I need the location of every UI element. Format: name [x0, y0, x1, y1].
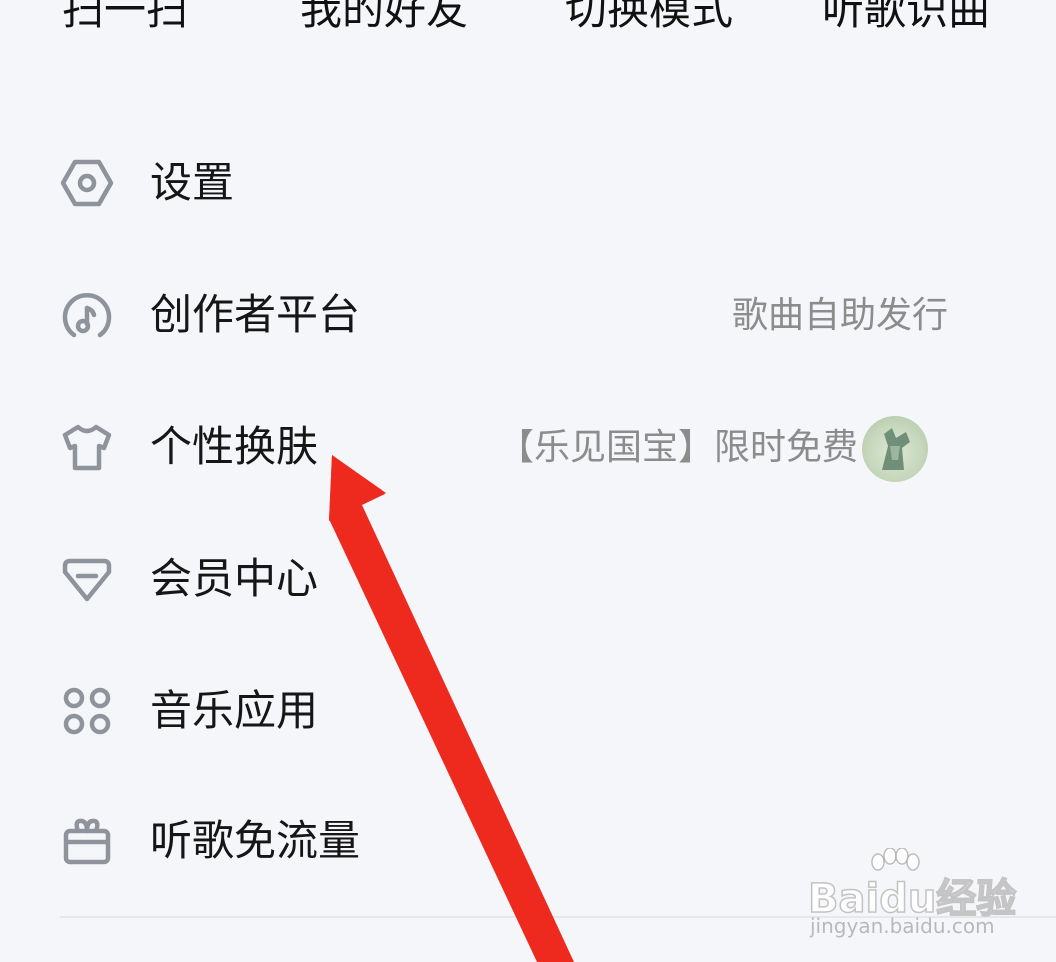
baidu-watermark: Baidu经验 jingyan.baidu.com	[807, 848, 1017, 948]
menu-item-settings[interactable]: 设置	[0, 120, 1056, 240]
top-tab-scan[interactable]: 扫一扫	[62, 0, 188, 37]
menu-item-creator-platform[interactable]: 创作者平台 歌曲自助发行	[0, 252, 1056, 372]
tshirt-icon	[60, 420, 114, 474]
menu-label: 听歌免流量	[150, 816, 361, 865]
menu-label: 创作者平台	[150, 290, 361, 339]
vip-diamond-icon	[60, 552, 114, 606]
skin-thumbnail	[862, 416, 928, 482]
watermark-url: jingyan.baidu.com	[810, 914, 995, 938]
menu-label: 设置	[150, 158, 235, 207]
menu-label: 会员中心	[150, 554, 319, 603]
settings-hexagon-icon	[60, 156, 114, 210]
top-tab-switch-mode[interactable]: 切换模式	[565, 0, 733, 37]
menu-hint: 【乐见国宝】限时免费	[497, 427, 858, 468]
menu-item-vip-center[interactable]: 会员中心	[0, 516, 1056, 636]
menu-label: 音乐应用	[150, 686, 319, 735]
top-tab-friends[interactable]: 我的好友	[300, 0, 468, 37]
menu-hint: 歌曲自助发行	[731, 295, 948, 336]
apps-grid-icon	[60, 684, 114, 738]
menu-label: 个性换肤	[150, 422, 319, 471]
gift-icon	[60, 814, 114, 868]
menu-item-skin[interactable]: 个性换肤 【乐见国宝】限时免费	[0, 384, 1056, 504]
menu-item-music-apps[interactable]: 音乐应用	[0, 648, 1056, 768]
creator-music-icon	[60, 288, 114, 342]
top-tab-recognize[interactable]: 听歌识曲	[822, 0, 990, 37]
top-quick-actions: 扫一扫 我的好友 切换模式 听歌识曲	[0, 0, 1056, 34]
